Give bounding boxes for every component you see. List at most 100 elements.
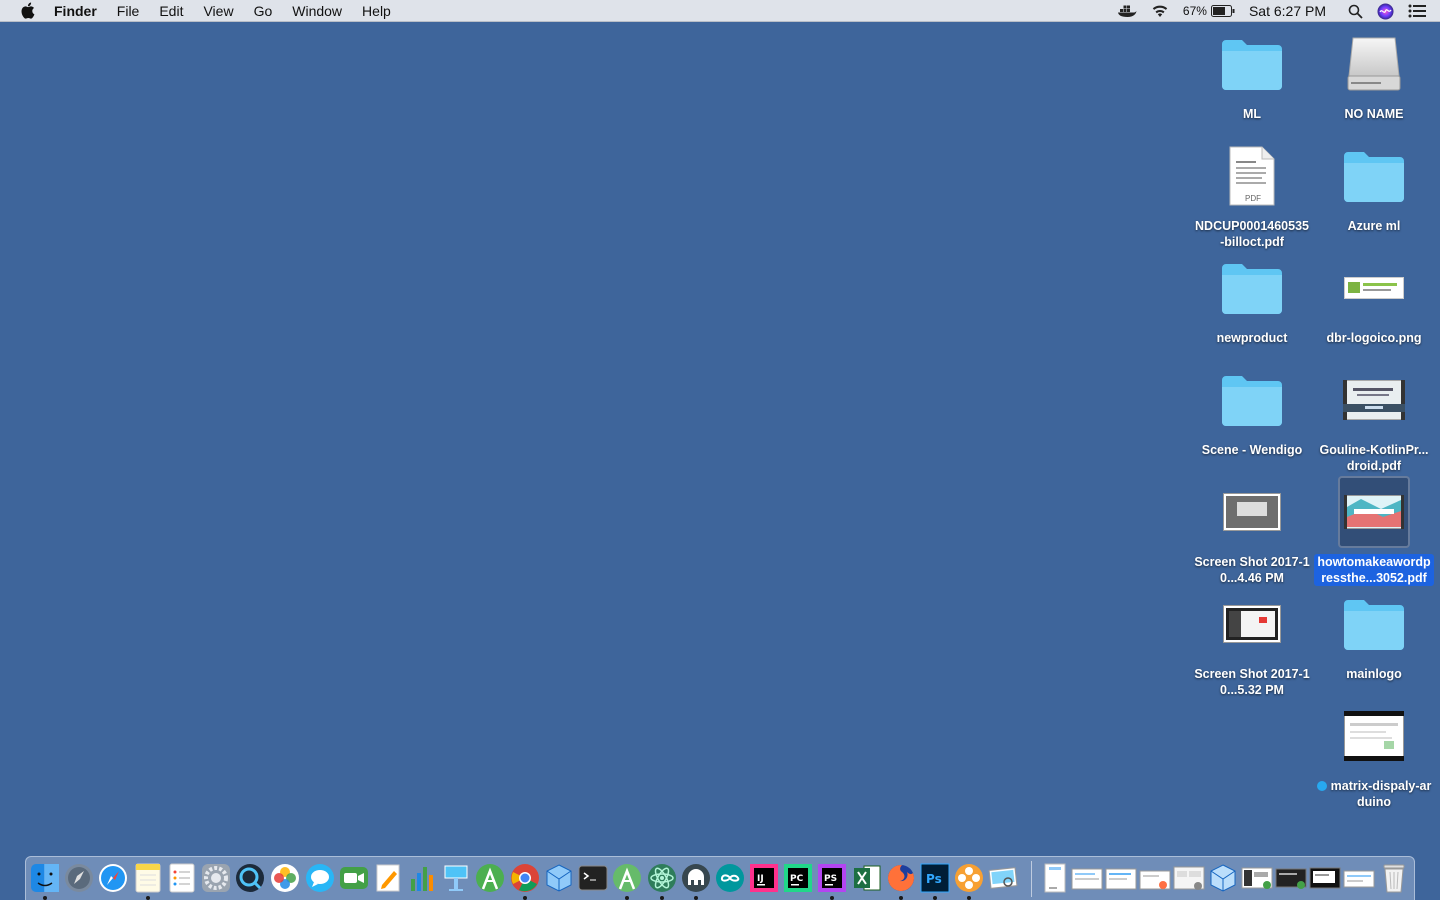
dock-system-preferences[interactable]	[200, 862, 232, 894]
running-indicator	[625, 896, 629, 900]
anaconda-icon	[955, 864, 983, 892]
messages-bubble-icon	[306, 864, 334, 892]
siri-icon[interactable]	[1377, 3, 1394, 20]
spotlight-search-icon[interactable]	[1348, 4, 1363, 19]
dock-phpstorm[interactable]: PS	[816, 862, 848, 894]
running-indicator	[523, 896, 527, 900]
battery-icon[interactable]	[1210, 5, 1235, 17]
menu-go[interactable]: Go	[254, 3, 273, 19]
facetime-camera-icon	[340, 867, 368, 889]
desktop-icon-folder[interactable]: newproduct	[1191, 252, 1313, 346]
desktop-icon-screenshot[interactable]: Screen Shot 2017-10...4.46 PM	[1191, 476, 1313, 586]
desktop-icon-screenshot[interactable]: Screen Shot 2017-10...5.32 PM	[1191, 588, 1313, 698]
dock-notes[interactable]	[132, 862, 164, 894]
desktop-icon-image[interactable]: dbr-logoico.png	[1313, 252, 1435, 346]
desktop-icon-pdf-selected[interactable]: howtomakeawordpressthe...3052.pdf	[1313, 476, 1435, 586]
dock-intellij[interactable]: IJ	[748, 862, 780, 894]
photos-flower-icon	[271, 864, 299, 892]
docker-whale-icon[interactable]	[1117, 4, 1137, 18]
pdf-document-icon: PDF	[1216, 140, 1288, 212]
screenshot-thumbnail-icon	[1309, 867, 1341, 889]
virtualbox-cube-icon	[546, 864, 572, 892]
menu-file[interactable]: File	[117, 3, 140, 19]
desktop-icon-folder[interactable]: Azure ml	[1313, 140, 1435, 234]
dock-facetime[interactable]	[338, 862, 370, 894]
menu-edit[interactable]: Edit	[159, 3, 183, 19]
wifi-icon[interactable]	[1151, 4, 1169, 18]
dock-messages[interactable]	[304, 862, 336, 894]
desktop-icon-label: matrix-dispaly-arduino	[1314, 778, 1434, 810]
running-indicator	[146, 896, 150, 900]
dock-atom[interactable]	[646, 862, 678, 894]
quicktime-icon	[236, 864, 264, 892]
terminal-icon	[578, 865, 608, 891]
menu-app-finder[interactable]: Finder	[54, 3, 97, 19]
dock-terminal[interactable]	[577, 862, 609, 894]
desktop-icon-pdf[interactable]: Gouline-KotlinPr...droid.pdf	[1313, 364, 1435, 474]
desktop-icon-folder[interactable]: ML	[1191, 28, 1313, 122]
dock-quicktime[interactable]	[234, 862, 266, 894]
keynote-podium-icon	[444, 865, 468, 891]
dock-recent-document[interactable]	[1343, 862, 1375, 894]
svg-text:PDF: PDF	[1245, 194, 1261, 203]
dock-photoshop[interactable]: Ps	[919, 862, 951, 894]
dock-pycharm[interactable]: PC	[782, 862, 814, 894]
dock-recent-document[interactable]	[1139, 862, 1171, 894]
dock-reminders[interactable]	[166, 862, 198, 894]
menu-view[interactable]: View	[203, 3, 233, 19]
pdf-preview-icon	[1338, 476, 1410, 548]
dock-numbers[interactable]	[406, 862, 438, 894]
trash-icon	[1383, 864, 1405, 893]
menu-help[interactable]: Help	[362, 3, 391, 19]
dock-recent-document[interactable]	[1275, 862, 1307, 894]
desktop-icon-label: dbr-logoico.png	[1326, 331, 1422, 345]
dock-launchpad[interactable]	[63, 862, 95, 894]
desktop-icon-pdf[interactable]: PDF NDCUP0001460535-billoct.pdf	[1191, 140, 1313, 250]
dock-recent-document[interactable]	[1207, 862, 1239, 894]
desktop-icon-label-text: matrix-dispaly-arduino	[1330, 779, 1432, 809]
notes-icon	[135, 863, 161, 893]
dock-preview[interactable]	[987, 862, 1019, 894]
dock-recent-document[interactable]	[1309, 862, 1341, 894]
dock-anaconda[interactable]	[953, 862, 985, 894]
firefox-icon	[888, 865, 914, 891]
dock-virtualbox[interactable]	[543, 862, 575, 894]
document-thumbnail-icon	[1173, 866, 1205, 890]
apple-menu-icon[interactable]	[20, 2, 36, 19]
dock-android-studio-preview[interactable]	[611, 862, 643, 894]
dock-keynote[interactable]	[440, 862, 472, 894]
dock-sequel-pro[interactable]	[680, 862, 712, 894]
desktop-icon-drive[interactable]: NO NAME	[1313, 28, 1435, 122]
dock-photos[interactable]	[269, 862, 301, 894]
dock-finder[interactable]	[29, 862, 61, 894]
desktop-icon-screenshot[interactable]: matrix-dispaly-arduino	[1313, 700, 1435, 810]
dock-chrome[interactable]	[509, 862, 541, 894]
desktop-icon-folder[interactable]: Scene - Wendigo	[1191, 364, 1313, 458]
folder-icon	[1216, 28, 1288, 100]
dock-excel[interactable]	[851, 862, 883, 894]
desktop-icon-folder[interactable]: mainlogo	[1313, 588, 1435, 682]
dock-trash[interactable]	[1378, 862, 1410, 894]
notification-center-icon[interactable]	[1408, 4, 1426, 18]
running-indicator	[694, 896, 698, 900]
running-indicator	[43, 896, 47, 900]
dock-recent-document[interactable]	[1071, 862, 1103, 894]
dock-arduino[interactable]	[714, 862, 746, 894]
pdf-preview-icon	[1338, 364, 1410, 436]
menubar-clock[interactable]: Sat 6:27 PM	[1249, 3, 1326, 19]
dock-recent-document[interactable]	[1105, 862, 1137, 894]
android-studio-icon	[476, 864, 504, 892]
dock-downloads-stack[interactable]	[1039, 862, 1071, 894]
safari-compass-icon	[99, 864, 127, 892]
dock-android-studio[interactable]	[474, 862, 506, 894]
dock-safari[interactable]	[97, 862, 129, 894]
dock-pages[interactable]	[372, 862, 404, 894]
menu-window[interactable]: Window	[292, 3, 342, 19]
gear-icon	[202, 864, 230, 892]
desktop-icon-label: Screen Shot 2017-10...5.32 PM	[1194, 667, 1310, 697]
dock-firefox[interactable]	[885, 862, 917, 894]
dock-recent-document[interactable]	[1173, 862, 1205, 894]
dock-recent-document[interactable]	[1241, 862, 1273, 894]
folder-icon	[1338, 588, 1410, 660]
desktop-icon-label: NDCUP0001460535-billoct.pdf	[1195, 219, 1309, 249]
